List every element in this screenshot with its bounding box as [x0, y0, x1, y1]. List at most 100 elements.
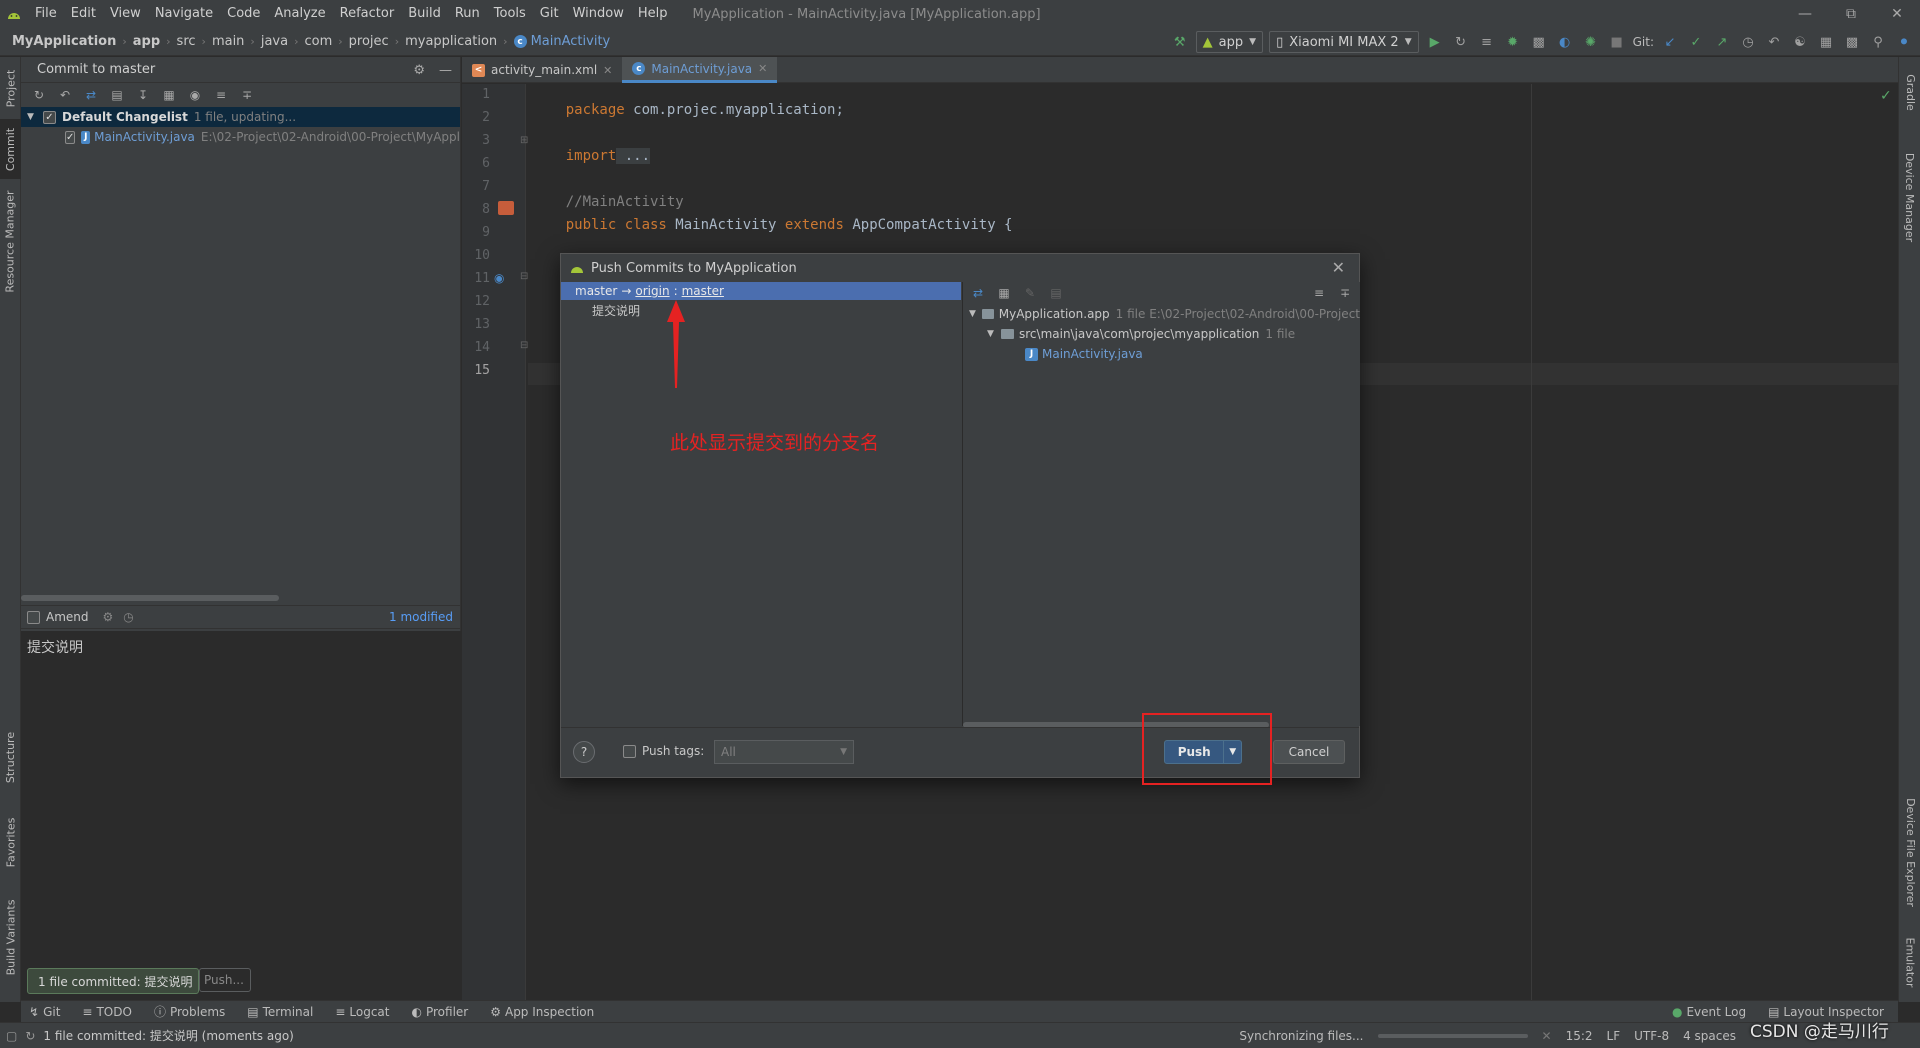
tool-tab-resource-manager[interactable]: Resource Manager [0, 181, 21, 301]
changelist-checkbox[interactable]: ✓ [43, 110, 56, 124]
horizontal-scrollbar[interactable] [21, 595, 279, 601]
breadcrumb-class[interactable]: c MainActivity [510, 34, 615, 49]
push-tags-option[interactable]: Push tags: [623, 744, 704, 758]
status-message[interactable]: 1 file committed: 提交说明 (moments ago) [43, 1027, 293, 1044]
menu-analyze[interactable]: Analyze [267, 0, 332, 28]
cancel-button[interactable]: Cancel [1273, 740, 1345, 764]
remote-name-link[interactable]: origin [635, 284, 669, 298]
target-branch-link[interactable]: master [682, 284, 724, 298]
menu-help[interactable]: Help [631, 0, 675, 28]
tool-tab-commit[interactable]: Commit [0, 119, 21, 179]
hide-panel-icon[interactable]: — [439, 63, 452, 78]
push-tags-checkbox[interactable] [623, 744, 636, 758]
cancel-sync-icon[interactable]: ✕ [1542, 1029, 1552, 1043]
close-window-icon[interactable]: ✕ [1874, 0, 1920, 28]
update-icon[interactable]: ↧ [133, 85, 153, 105]
search-icon[interactable]: ⚲ [1868, 32, 1888, 52]
menu-edit[interactable]: Edit [64, 0, 103, 28]
menu-window[interactable]: Window [566, 0, 631, 28]
tool-tab-device-manager[interactable]: Device Manager [1899, 137, 1920, 257]
update-icon[interactable]: ⚫ [1894, 32, 1914, 52]
tree-folder-row[interactable]: ▼ src\main\java\com\projec\myapplication… [963, 324, 1360, 344]
expand-all-icon[interactable]: ≡ [1310, 284, 1328, 302]
tool-tab-gradle[interactable]: Gradle [1899, 57, 1920, 127]
push-link-button[interactable]: Push... [199, 968, 251, 992]
show-diff-icon[interactable]: ⇄ [969, 284, 987, 302]
shelve-icon[interactable]: ▤ [107, 85, 127, 105]
clock-icon[interactable]: ◷ [123, 610, 133, 624]
tab-mainactivity-java[interactable]: c MainActivity.java ✕ [622, 57, 778, 83]
run-config-select[interactable]: ▲ app ▼ [1195, 31, 1264, 53]
gear-icon[interactable]: ⚙ [413, 63, 425, 78]
tool-tab-emulator[interactable]: Emulator [1899, 927, 1920, 997]
menu-build[interactable]: Build [401, 0, 448, 28]
attach-debugger-icon[interactable]: ▩ [1529, 32, 1549, 52]
edit-source-icon[interactable]: ✎ [1021, 284, 1039, 302]
debug-icon[interactable]: ✹ [1503, 32, 1523, 52]
bottom-tab-event-log[interactable]: ● Event Log [1672, 1005, 1746, 1019]
close-icon[interactable]: ✕ [1332, 258, 1345, 277]
caret-position[interactable]: 15:2 [1566, 1029, 1593, 1043]
file-checkbox[interactable]: ✓ [65, 130, 76, 144]
line-separator[interactable]: LF [1607, 1029, 1621, 1043]
refresh-icon[interactable]: ↻ [29, 85, 49, 105]
sync-gradle-icon[interactable]: ☯ [1790, 32, 1810, 52]
tree-file-row[interactable]: J MainActivity.java [963, 344, 1360, 364]
minimize-icon[interactable]: — [1782, 0, 1828, 28]
sdk-manager-icon[interactable]: ▩ [1842, 32, 1862, 52]
device-select[interactable]: ▯ Xiaomi MI MAX 2 ▼ [1269, 31, 1419, 53]
menu-file[interactable]: File [28, 0, 64, 28]
run-icon[interactable]: ▶ [1425, 32, 1445, 52]
tool-tab-structure[interactable]: Structure [0, 717, 21, 797]
run-gutter-icon[interactable] [498, 201, 514, 215]
git-update-icon[interactable]: ↙ [1660, 32, 1680, 52]
no-problems-check-icon[interactable]: ✓ [1880, 88, 1892, 104]
bottom-tab-app-inspection[interactable]: ⚙ App Inspection [490, 1005, 594, 1019]
commit-message-input[interactable]: 提交说明 [21, 631, 461, 1001]
breadcrumb-myapplication[interactable]: myapplication [401, 34, 501, 49]
apply-changes-icon[interactable]: ≡ [1477, 32, 1497, 52]
coverage-icon[interactable]: ✺ [1581, 32, 1601, 52]
tab-activity-main-xml[interactable]: < activity_main.xml ✕ [462, 57, 622, 83]
collapse-all-icon[interactable]: ∓ [237, 85, 257, 105]
menu-tools[interactable]: Tools [487, 0, 533, 28]
git-commit-icon[interactable]: ✓ [1686, 32, 1706, 52]
tool-tab-project[interactable]: Project [0, 57, 21, 119]
indent-setting[interactable]: 4 spaces [1683, 1029, 1736, 1043]
bottom-tab-todo[interactable]: ≡ TODO [82, 1005, 132, 1019]
changelist-row[interactable]: ▼ ✓ Default Changelist 1 file, updating.… [21, 107, 460, 127]
git-rollback-icon[interactable]: ↶ [1764, 32, 1784, 52]
help-button[interactable]: ? [573, 741, 595, 763]
amend-checkbox[interactable] [27, 610, 40, 624]
tags-select[interactable]: All ▼ [714, 740, 854, 764]
stop-icon[interactable]: ■ [1607, 32, 1627, 52]
bottom-tab-logcat[interactable]: ≡ Logcat [335, 1005, 389, 1019]
show-diff-icon[interactable]: ⇄ [81, 85, 101, 105]
git-history-icon[interactable]: ◷ [1738, 32, 1758, 52]
profile-icon[interactable]: ◐ [1555, 32, 1575, 52]
tool-tab-build-variants[interactable]: Build Variants [0, 887, 21, 987]
device-manager-icon[interactable]: ▦ [1816, 32, 1836, 52]
breadcrumb-java[interactable]: java [257, 34, 292, 49]
commit-entry[interactable]: 提交说明 [561, 300, 961, 320]
menu-code[interactable]: Code [220, 0, 267, 28]
breadcrumb-projec[interactable]: projec [345, 34, 393, 49]
close-tab-icon[interactable]: ✕ [603, 64, 612, 77]
tree-root-row[interactable]: ▼ MyApplication.app 1 file E:\02-Project… [963, 304, 1360, 324]
restore-icon[interactable]: ⧉ [1828, 0, 1874, 28]
menu-view[interactable]: View [103, 0, 148, 28]
git-push-icon[interactable]: ↗ [1712, 32, 1732, 52]
collapse-all-icon[interactable]: ∓ [1336, 284, 1354, 302]
rollback-icon[interactable]: ↶ [55, 85, 75, 105]
close-tab-icon[interactable]: ✕ [758, 62, 767, 75]
bottom-tab-git[interactable]: ↯ Git [29, 1005, 60, 1019]
breadcrumb-src[interactable]: src [173, 34, 200, 49]
gear-icon[interactable]: ⚙ [103, 610, 114, 624]
tool-tab-device-file-explorer[interactable]: Device File Explorer [1899, 777, 1920, 927]
branch-row[interactable]: master → origin : master [561, 282, 961, 300]
breadcrumb-project[interactable]: MyApplication [8, 34, 120, 49]
modified-count[interactable]: 1 modified [389, 610, 453, 624]
menu-git[interactable]: Git [533, 0, 566, 28]
bottom-tab-terminal[interactable]: ▤ Terminal [247, 1005, 313, 1019]
breadcrumb-com[interactable]: com [300, 34, 336, 49]
